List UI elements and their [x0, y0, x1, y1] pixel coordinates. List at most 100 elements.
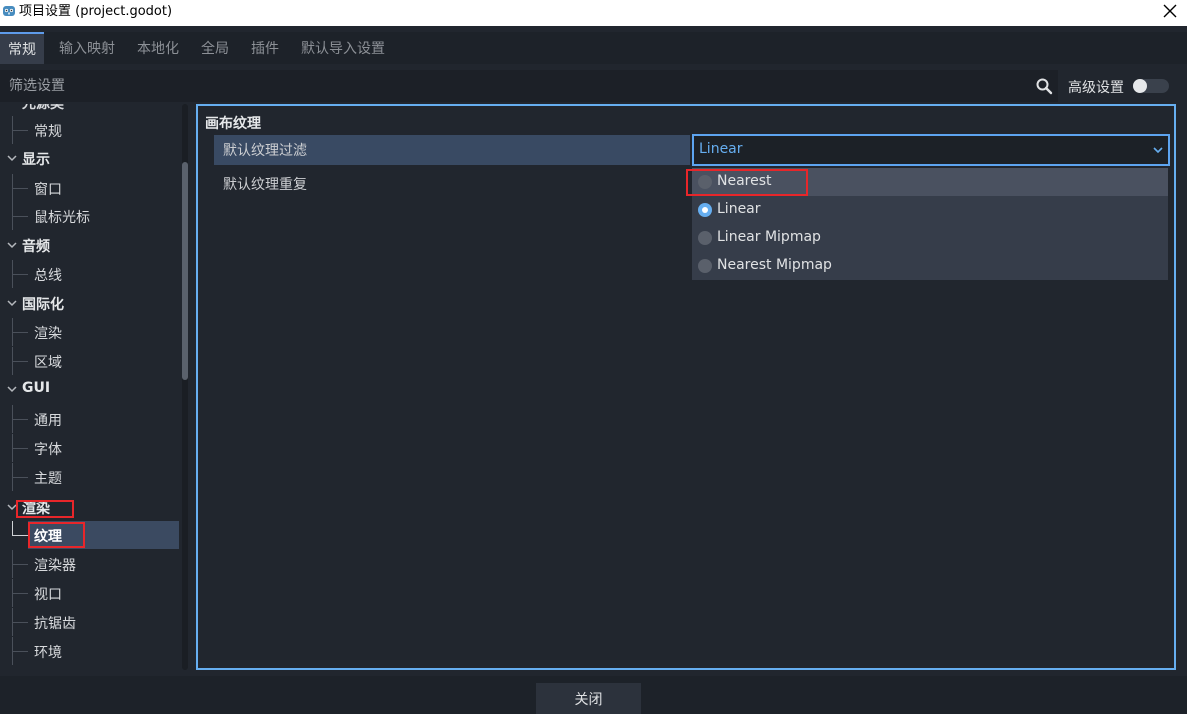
tree-item-label: 视口 — [34, 587, 62, 603]
chevron-down-icon — [1153, 147, 1163, 154]
chevron-down-icon — [7, 300, 17, 307]
tree-item-label: 字体 — [34, 442, 62, 458]
tree-guide — [12, 651, 28, 652]
scrollbar-thumb[interactable] — [182, 162, 188, 380]
radio-icon — [698, 259, 712, 273]
advanced-settings-toggle[interactable] — [1133, 79, 1169, 93]
tree-item-common[interactable]: 通用 — [0, 405, 180, 433]
advanced-settings-label: 高级设置 — [1068, 80, 1124, 96]
tree-item-bus[interactable]: 总线 — [0, 260, 180, 288]
filter-settings-input[interactable] — [0, 70, 1058, 102]
tree-item-label: 总线 — [34, 268, 62, 284]
option-nearest-mipmap[interactable]: Nearest Mipmap — [692, 252, 1168, 280]
dialog-footer: 关闭 — [0, 676, 1187, 714]
tree-guide — [12, 593, 28, 594]
tree-guide — [12, 622, 28, 623]
tree-guide — [12, 419, 28, 420]
tree-item-label: 环境 — [34, 645, 62, 661]
option-label: Linear — [717, 201, 761, 217]
tree-item-label: 抗锯齿 — [34, 616, 76, 632]
tree-item-label: 区域 — [34, 355, 62, 371]
tree-item-label: 渲染器 — [34, 558, 76, 574]
tree-guide — [12, 448, 28, 449]
tree-category-partial[interactable]: 光源类 — [0, 104, 180, 116]
tree-item-textures[interactable]: 纹理 — [28, 521, 179, 549]
settings-tree: 光源类 常规 显示 窗口 鼠标光标 音频 总线 国际化 渲染 区域 GUI 通用… — [0, 104, 192, 670]
tree-guide — [12, 535, 28, 536]
dropdown-popup-menu: Nearest Linear Linear Mipmap Nearest Mip… — [692, 168, 1168, 280]
property-label: 默认纹理过滤 — [223, 143, 307, 159]
window-title: 项目设置 (project.godot) — [19, 4, 173, 19]
property-label: 默认纹理重复 — [223, 177, 307, 193]
property-row-default-texture-filter[interactable]: 默认纹理过滤 — [214, 135, 690, 165]
chevron-down-icon — [7, 504, 17, 511]
tree-item-window[interactable]: 窗口 — [0, 174, 180, 202]
tree-item-label: 常规 — [34, 124, 62, 140]
property-row-default-texture-repeat[interactable]: 默认纹理重复 — [214, 169, 690, 199]
close-icon[interactable] — [1161, 2, 1179, 20]
option-nearest[interactable]: Nearest — [692, 168, 1168, 196]
tree-item-label: 窗口 — [34, 182, 62, 198]
tree-guide — [12, 274, 28, 275]
tree-item-theme[interactable]: 主题 — [0, 463, 180, 491]
tree-guide — [12, 361, 28, 362]
tree-guide — [12, 477, 28, 478]
tree-item-fonts[interactable]: 字体 — [0, 434, 180, 462]
tree-guide — [12, 332, 28, 333]
tab-input-map[interactable]: 输入映射 — [51, 32, 123, 64]
tree-item-anti-aliasing[interactable]: 抗锯齿 — [0, 608, 180, 636]
tab-globals[interactable]: 全局 — [193, 32, 237, 64]
option-label: Linear Mipmap — [717, 229, 821, 245]
tree-category-audio[interactable]: 音频 — [0, 231, 180, 259]
tree-item-environment[interactable]: 环境 — [0, 637, 180, 665]
texture-filter-dropdown[interactable]: Linear — [692, 134, 1170, 166]
tree-category-internationalization[interactable]: 国际化 — [0, 289, 180, 317]
godot-logo-icon — [3, 6, 15, 16]
tree-category-label: GUI — [22, 380, 51, 396]
option-linear-mipmap[interactable]: Linear Mipmap — [692, 224, 1168, 252]
tab-general[interactable]: 常规 — [0, 32, 44, 64]
tree-category-rendering[interactable]: 渲染 — [0, 493, 180, 521]
tree-item-locale[interactable]: 区域 — [0, 347, 180, 375]
tree-guide — [12, 521, 13, 535]
tree-guide — [12, 216, 28, 217]
tree-item-rendering-i18n[interactable]: 渲染 — [0, 318, 180, 346]
tree-item-viewport[interactable]: 视口 — [0, 579, 180, 607]
option-label: Nearest Mipmap — [717, 257, 832, 273]
tab-bar: 常规 输入映射 本地化 全局 插件 默认导入设置 — [0, 32, 1187, 64]
tree-category-gui[interactable]: GUI — [0, 375, 180, 403]
sidebar-scrollbar[interactable] — [182, 104, 188, 670]
tree-item-label: 主题 — [34, 471, 62, 487]
chevron-down-icon — [7, 386, 17, 393]
tree-category-label: 国际化 — [22, 297, 64, 313]
tab-import-defaults[interactable]: 默认导入设置 — [293, 32, 393, 64]
tree-item-label: 鼠标光标 — [34, 210, 90, 226]
tree-item-general[interactable]: 常规 — [0, 116, 180, 144]
tree-item-mouse-cursor[interactable]: 鼠标光标 — [0, 202, 180, 230]
tree-guide — [12, 188, 28, 189]
option-label: Nearest — [717, 173, 772, 189]
option-linear[interactable]: Linear — [692, 196, 1168, 224]
tree-item-renderer[interactable]: 渲染器 — [0, 550, 180, 578]
toggle-knob — [1133, 79, 1147, 93]
tree-item-label: 纹理 — [34, 529, 62, 545]
filter-bar: 高级设置 — [0, 70, 1187, 102]
tree-guide — [12, 130, 28, 131]
close-button[interactable]: 关闭 — [536, 683, 641, 714]
chevron-down-icon — [7, 155, 17, 162]
tab-localization[interactable]: 本地化 — [129, 32, 187, 64]
radio-icon — [698, 175, 712, 189]
radio-icon — [698, 231, 712, 245]
tree-category-label: 显示 — [22, 152, 50, 168]
tree-item-label: 光源类 — [22, 104, 64, 112]
dropdown-value: Linear — [699, 141, 743, 157]
window-titlebar: 项目设置 (project.godot) — [0, 0, 1187, 26]
tree-guide — [12, 564, 28, 565]
section-title: 画布纹理 — [205, 116, 261, 132]
tab-plugins[interactable]: 插件 — [243, 32, 287, 64]
tree-item-label: 通用 — [34, 413, 62, 429]
radio-checked-icon — [698, 203, 712, 217]
tree-item-label: 渲染 — [34, 326, 62, 342]
tree-category-display[interactable]: 显示 — [0, 144, 180, 172]
tree-category-label: 音频 — [22, 239, 50, 255]
